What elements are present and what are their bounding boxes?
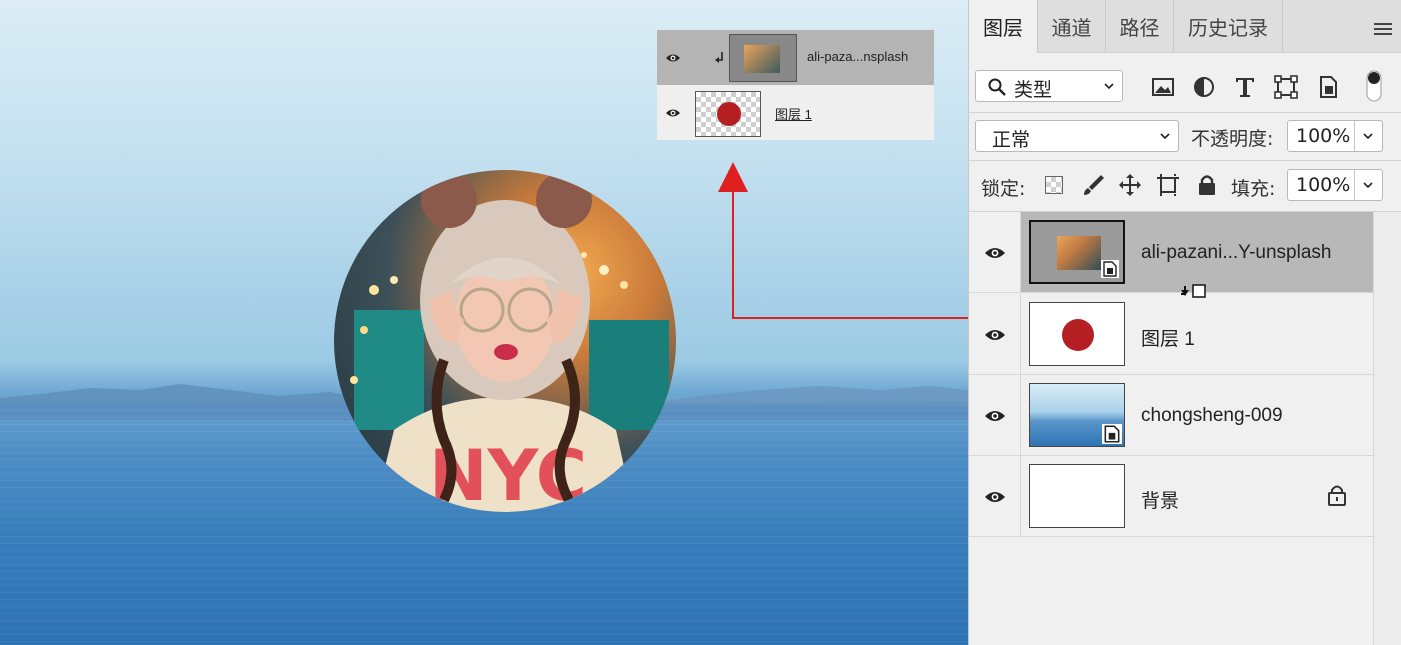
- layer-row-photo[interactable]: ali-pazani...Y-unsplash: [969, 212, 1373, 298]
- visibility-cell[interactable]: [969, 212, 1021, 292]
- layer-thumbnail: [1029, 464, 1125, 528]
- eye-icon[interactable]: [984, 409, 1006, 423]
- layer-row-background[interactable]: 背景: [969, 456, 1373, 537]
- visibility-cell[interactable]: [969, 456, 1021, 536]
- search-icon: [988, 78, 1006, 96]
- tab-channels[interactable]: 通道: [1038, 0, 1105, 53]
- smart-object-filter-icon[interactable]: [1315, 74, 1341, 100]
- blend-mode-value: 正常: [992, 129, 1031, 151]
- layer-name[interactable]: 图层 1: [1141, 324, 1195, 351]
- tab-label: 历史记录: [1188, 16, 1268, 40]
- layer-thumbnail: [1029, 220, 1125, 284]
- layer-name[interactable]: 背景: [1141, 486, 1179, 513]
- image-filter-icon[interactable]: [1150, 74, 1176, 100]
- chevron-down-icon: [1363, 133, 1373, 140]
- filter-type-label: 类型: [1014, 79, 1053, 101]
- divider: [969, 112, 1401, 113]
- visibility-cell[interactable]: [969, 375, 1021, 455]
- layer-thumbnail: [1029, 383, 1125, 447]
- panel-menu-icon[interactable]: [1374, 22, 1392, 36]
- divider: [1282, 0, 1283, 53]
- layer-row-layer1[interactable]: 图层 1: [969, 294, 1373, 375]
- lock-transparent-icon[interactable]: [1045, 176, 1063, 194]
- fill-field[interactable]: 100%: [1287, 169, 1383, 201]
- layer-thumbnail: [1029, 302, 1125, 366]
- eye-icon[interactable]: [984, 328, 1006, 342]
- lock-image-icon[interactable]: [1081, 172, 1107, 198]
- thumb-image: [1057, 236, 1101, 270]
- document-canvas[interactable]: NYC ali-paza...nsplash 图层 1: [0, 0, 968, 645]
- tab-layers[interactable]: 图层: [969, 0, 1037, 54]
- annotation-arrow: [718, 162, 968, 319]
- filter-type-select[interactable]: 类型: [975, 70, 1123, 102]
- lock-label: 锁定:: [981, 178, 1026, 200]
- lock-position-icon[interactable]: [1117, 172, 1143, 198]
- chevron-down-icon: [1104, 83, 1114, 90]
- tab-label: 通道: [1051, 16, 1092, 40]
- opacity-value: 100%: [1296, 125, 1351, 147]
- red-circle-shape: [1062, 319, 1094, 351]
- fill-label: 填充:: [1231, 178, 1276, 200]
- layer-row-sea[interactable]: chongsheng-009: [969, 375, 1373, 456]
- divider: [969, 160, 1401, 161]
- eye-icon[interactable]: [984, 246, 1006, 260]
- chevron-down-icon: [1363, 182, 1373, 189]
- layers-panel: 图层 通道 路径 历史记录 类型 正常 不透明度: 100% 锁定: 填充: 1…: [968, 0, 1401, 645]
- opacity-dropdown-button[interactable]: [1354, 121, 1382, 151]
- panel-tab-bar: 图层 通道 路径 历史记录: [969, 0, 1401, 54]
- layers-scrollbar[interactable]: [1373, 212, 1401, 645]
- lock-all-icon[interactable]: [1194, 172, 1220, 198]
- opacity-field[interactable]: 100%: [1287, 120, 1383, 152]
- tab-label: 路径: [1119, 16, 1160, 40]
- tab-paths[interactable]: 路径: [1106, 0, 1173, 53]
- lock-artboard-icon[interactable]: [1155, 172, 1181, 198]
- visibility-cell[interactable]: [969, 294, 1021, 374]
- fill-value: 100%: [1296, 174, 1351, 196]
- blend-mode-select[interactable]: 正常: [975, 120, 1179, 152]
- opacity-label: 不透明度:: [1191, 128, 1274, 150]
- fill-dropdown-button[interactable]: [1354, 170, 1382, 200]
- chevron-down-icon: [1160, 133, 1170, 140]
- smart-object-badge-icon: [1102, 424, 1122, 444]
- adjustment-filter-icon[interactable]: [1191, 74, 1217, 100]
- layer-name[interactable]: ali-pazani...Y-unsplash: [1141, 242, 1331, 264]
- type-filter-icon[interactable]: [1232, 74, 1258, 100]
- layer-name[interactable]: chongsheng-009: [1141, 405, 1283, 427]
- tab-history[interactable]: 历史记录: [1174, 0, 1282, 53]
- lock-icon[interactable]: [1327, 484, 1347, 506]
- shape-filter-icon[interactable]: [1273, 74, 1299, 100]
- smart-object-badge-icon: [1101, 260, 1119, 278]
- eye-icon[interactable]: [984, 490, 1006, 504]
- tab-label: 图层: [983, 16, 1023, 40]
- filter-toggle-icon[interactable]: [1366, 70, 1382, 102]
